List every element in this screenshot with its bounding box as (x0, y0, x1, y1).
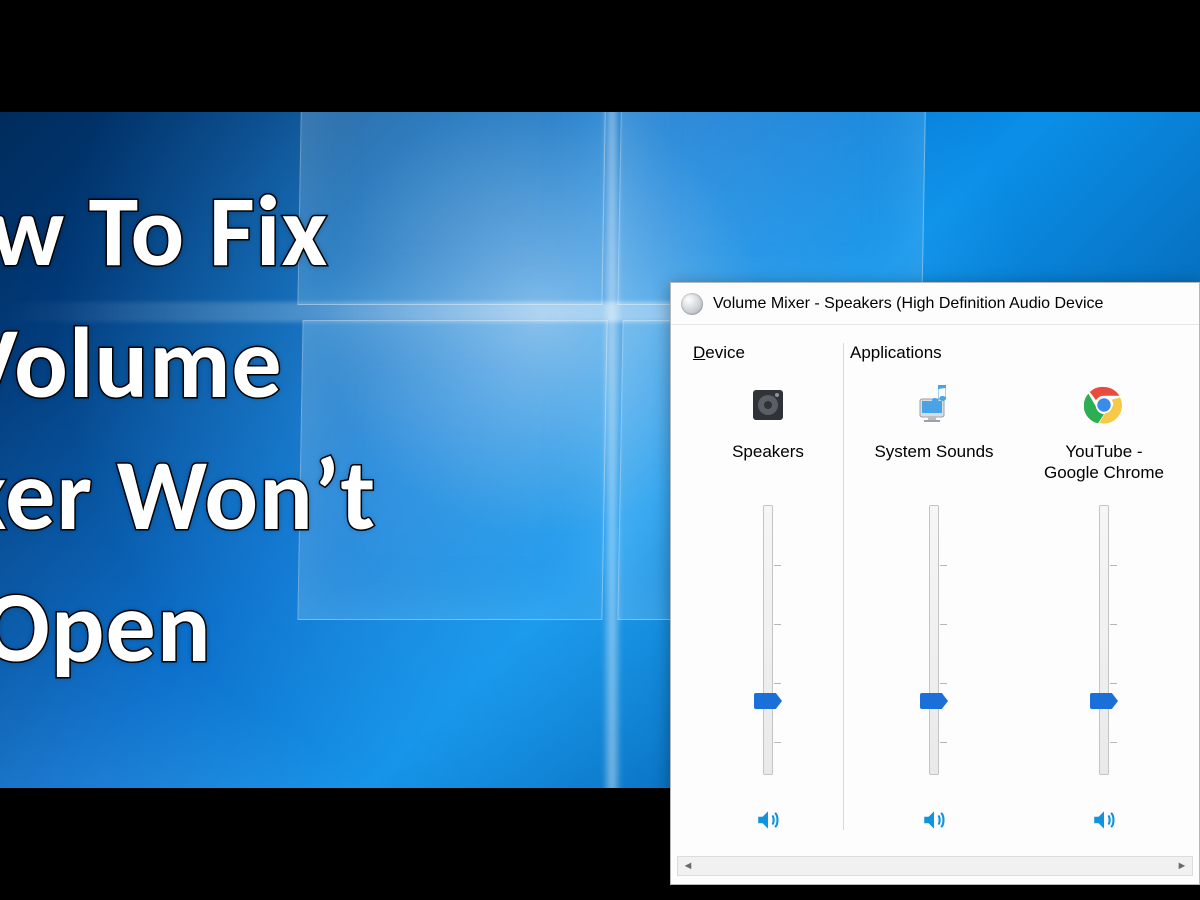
mixer-body: Device Speakers (671, 325, 1199, 854)
channel-label: Speakers (732, 441, 804, 487)
volume-mixer-app-icon (681, 293, 703, 315)
system-sounds-icon[interactable] (910, 381, 958, 429)
group-separator (843, 343, 844, 830)
light-beam (602, 0, 622, 900)
channel-speakers: Speakers (693, 381, 843, 837)
volume-slider-system-sounds[interactable] (923, 505, 945, 775)
volume-slider-speakers[interactable] (757, 505, 779, 775)
slider-thumb[interactable] (754, 693, 782, 709)
volume-mixer-window: Volume Mixer - Speakers (High Definition… (670, 282, 1200, 885)
mute-button-speakers[interactable] (751, 803, 785, 837)
scroll-left-icon[interactable]: ◄ (678, 857, 698, 875)
headline-text: ow To Fix Volume ixer Won’t Open (0, 165, 376, 693)
device-group: Device Speakers (693, 343, 843, 854)
slider-thumb[interactable] (1090, 693, 1118, 709)
slider-thumb[interactable] (920, 693, 948, 709)
channel-label: System Sounds (874, 441, 993, 487)
horizontal-scrollbar[interactable]: ◄ ► (677, 856, 1193, 876)
applications-group: Applications (850, 343, 1191, 854)
volume-slider-chrome[interactable] (1093, 505, 1115, 775)
desktop-wallpaper: ow To Fix Volume ixer Won’t Open Volume … (0, 0, 1200, 900)
volume-icon (921, 807, 947, 833)
mute-button-system-sounds[interactable] (917, 803, 951, 837)
scroll-right-icon[interactable]: ► (1172, 857, 1192, 875)
window-title: Volume Mixer - Speakers (High Definition… (713, 295, 1103, 313)
applications-group-label: Applications (850, 343, 1191, 363)
speaker-device-icon[interactable] (744, 381, 792, 429)
mute-button-chrome[interactable] (1087, 803, 1121, 837)
channel-system-sounds: System Sounds (850, 381, 1018, 837)
volume-icon (1091, 807, 1117, 833)
volume-icon (755, 807, 781, 833)
titlebar[interactable]: Volume Mixer - Speakers (High Definition… (671, 283, 1199, 325)
device-group-label: Device (693, 343, 843, 363)
channel-label: YouTube - Google Chrome (1044, 441, 1164, 487)
chrome-icon[interactable] (1080, 381, 1128, 429)
channel-chrome: YouTube - Google Chrome (1020, 381, 1188, 837)
letterbox-top (0, 0, 1200, 112)
